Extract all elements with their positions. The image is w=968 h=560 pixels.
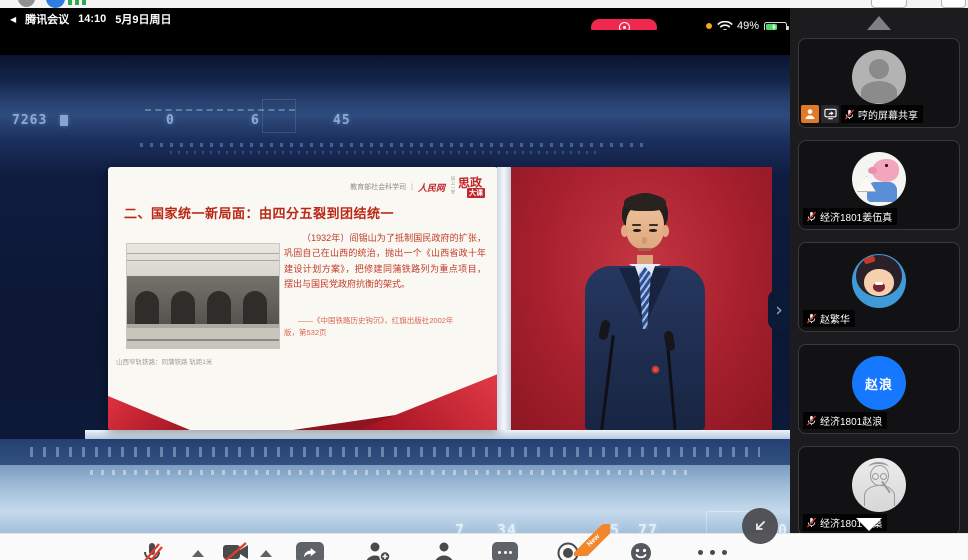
share-screen-button[interactable] <box>296 542 324 560</box>
stage-number: 7 <box>455 521 465 533</box>
slide-red-ribbon-left <box>108 396 190 430</box>
stage-outline-box <box>262 99 296 133</box>
camera-off-button[interactable] <box>222 542 250 560</box>
participant-tile-sharer[interactable]: 哼的屏幕共享 <box>798 38 960 128</box>
host-badge-icon <box>801 105 819 123</box>
share-arrow-icon <box>301 546 319 559</box>
mic-muted-icon <box>806 517 817 528</box>
background-blue-circle-icon <box>46 0 65 8</box>
slide-header-divider: | <box>411 184 413 191</box>
status-time: 14:10 <box>78 13 106 25</box>
participant-tile[interactable]: 赵浪 经济1801赵浪 <box>798 344 960 434</box>
camera-options-caret[interactable] <box>260 550 272 557</box>
participant-name: 赵繁华 <box>820 311 850 326</box>
avatar-anime-girl <box>852 254 906 308</box>
slide-red-ribbon-right <box>358 374 498 430</box>
background-button-outline-2 <box>941 0 966 8</box>
background-window-sliver <box>0 0 968 8</box>
reactions-button[interactable] <box>629 541 653 560</box>
participants-sidebar: 哼的屏幕共享 经济1801姜伍真 赵繁华 <box>790 8 968 560</box>
screen-bottom-frame <box>85 430 790 439</box>
slide-citation-line1: ——《中国铁路历史钩沉》，红旗出版社2002年 <box>284 315 498 327</box>
stage-number: 0 <box>166 113 175 128</box>
avatar-silhouette <box>852 50 906 104</box>
back-to-app-icon[interactable]: ◀ <box>10 15 16 24</box>
arrow-down-left-icon <box>751 517 769 535</box>
participant-tile[interactable]: 赵繁华 <box>798 242 960 332</box>
mic-muted-button[interactable] <box>140 541 164 560</box>
mic-muted-icon <box>806 415 817 426</box>
more-button[interactable] <box>698 550 727 555</box>
stage-light-band: 7 34 25 77 640 <box>0 465 790 533</box>
chat-button[interactable] <box>492 542 518 560</box>
logo-sub-text: 大课 <box>467 188 485 198</box>
meeting-toolbar <box>0 533 968 560</box>
stage-number: 7263 <box>12 113 47 128</box>
studio-background: 7263 0 6 45 7 34 25 77 640 <box>0 55 790 518</box>
status-app-name: 腾讯会议 <box>25 11 69 27</box>
mic-muted-icon <box>844 109 855 120</box>
participant-tile[interactable]: 经济1801姜伍真 <box>798 140 960 230</box>
participant-name: 经济1801姜伍真 <box>820 209 892 224</box>
slide-body-text: （1932年）阎锡山为了抵制国民政府的扩张，巩固自己在山西的统治，抛出一个《山西… <box>284 231 486 292</box>
screen-bezel <box>497 167 511 430</box>
sizheng-dake-logo: 同上一堂 思政 大课 <box>450 174 488 200</box>
participants-button[interactable] <box>432 541 456 560</box>
participant-name: 经济1801赵浪 <box>820 413 882 428</box>
slide-title: 二、国家统一新局面：由四分五裂到团结统一 <box>124 203 394 222</box>
stage-dot-row-2 <box>170 151 600 154</box>
tencent-meeting-screen: ◀ 腾讯会议 14:10 5月9日周日 49% 7263 0 6 45 <box>0 0 968 560</box>
mic-muted-icon <box>806 313 817 324</box>
stage-number: 6 <box>251 113 260 128</box>
presentation-slide: 教育部社会科学司 | 人民网 同上一堂 思政 大课 二、国家统一新局面：由四分五… <box>108 167 498 430</box>
background-grey-circle-icon <box>18 0 35 7</box>
scroll-up-arrow[interactable] <box>867 16 891 30</box>
participant-name: 哼的屏幕共享 <box>858 107 918 122</box>
chevron-right-icon: › <box>775 299 783 321</box>
slide-citation-line2: 版，第532页 <box>284 327 486 339</box>
mic-muted-icon <box>806 211 817 222</box>
presenter-lapel-pin <box>652 366 659 373</box>
slide-photo-railway-station <box>126 243 280 349</box>
background-green-grid-icon <box>68 0 86 5</box>
mic-options-caret[interactable] <box>192 550 204 557</box>
mic-in-use-dot <box>706 23 712 29</box>
record-new-ribbon: New <box>574 524 610 556</box>
status-date: 5月9日周日 <box>115 11 171 27</box>
logo-side-text: 同上一堂 <box>450 176 456 194</box>
stage-dotted-band <box>0 439 790 465</box>
avatar-line-drawing <box>852 458 906 512</box>
stage-dot-row <box>140 143 650 147</box>
background-button-outline <box>871 0 907 8</box>
stage-number: 45 <box>333 113 351 128</box>
screen-share-badge-icon <box>821 105 839 123</box>
avatar-initials: 赵浪 <box>852 356 906 410</box>
peoples-daily-logo: 人民网 <box>418 181 445 194</box>
new-badge-label: New <box>574 524 610 556</box>
slide-photo-caption: 山西窄轨铁路：同蒲铁路 轨距1米 <box>116 356 212 366</box>
scroll-down-arrow[interactable] <box>856 518 882 531</box>
stage-number: 34 <box>497 521 517 533</box>
invite-participant-button[interactable] <box>364 541 391 560</box>
slide-dept-label: 教育部社会科学司 <box>350 182 406 192</box>
presenter-panel <box>511 167 772 430</box>
expand-panel-tab[interactable]: › <box>768 290 790 330</box>
collapse-video-button[interactable] <box>742 508 778 544</box>
main-video-stage[interactable]: 7263 0 6 45 7 34 25 77 640 <box>0 30 790 533</box>
stage-number: 77 <box>638 521 658 533</box>
slide-header: 教育部社会科学司 | 人民网 同上一堂 思政 大课 <box>350 174 488 200</box>
stage-number-block <box>60 115 68 126</box>
avatar-cartoon-pig <box>852 152 906 206</box>
